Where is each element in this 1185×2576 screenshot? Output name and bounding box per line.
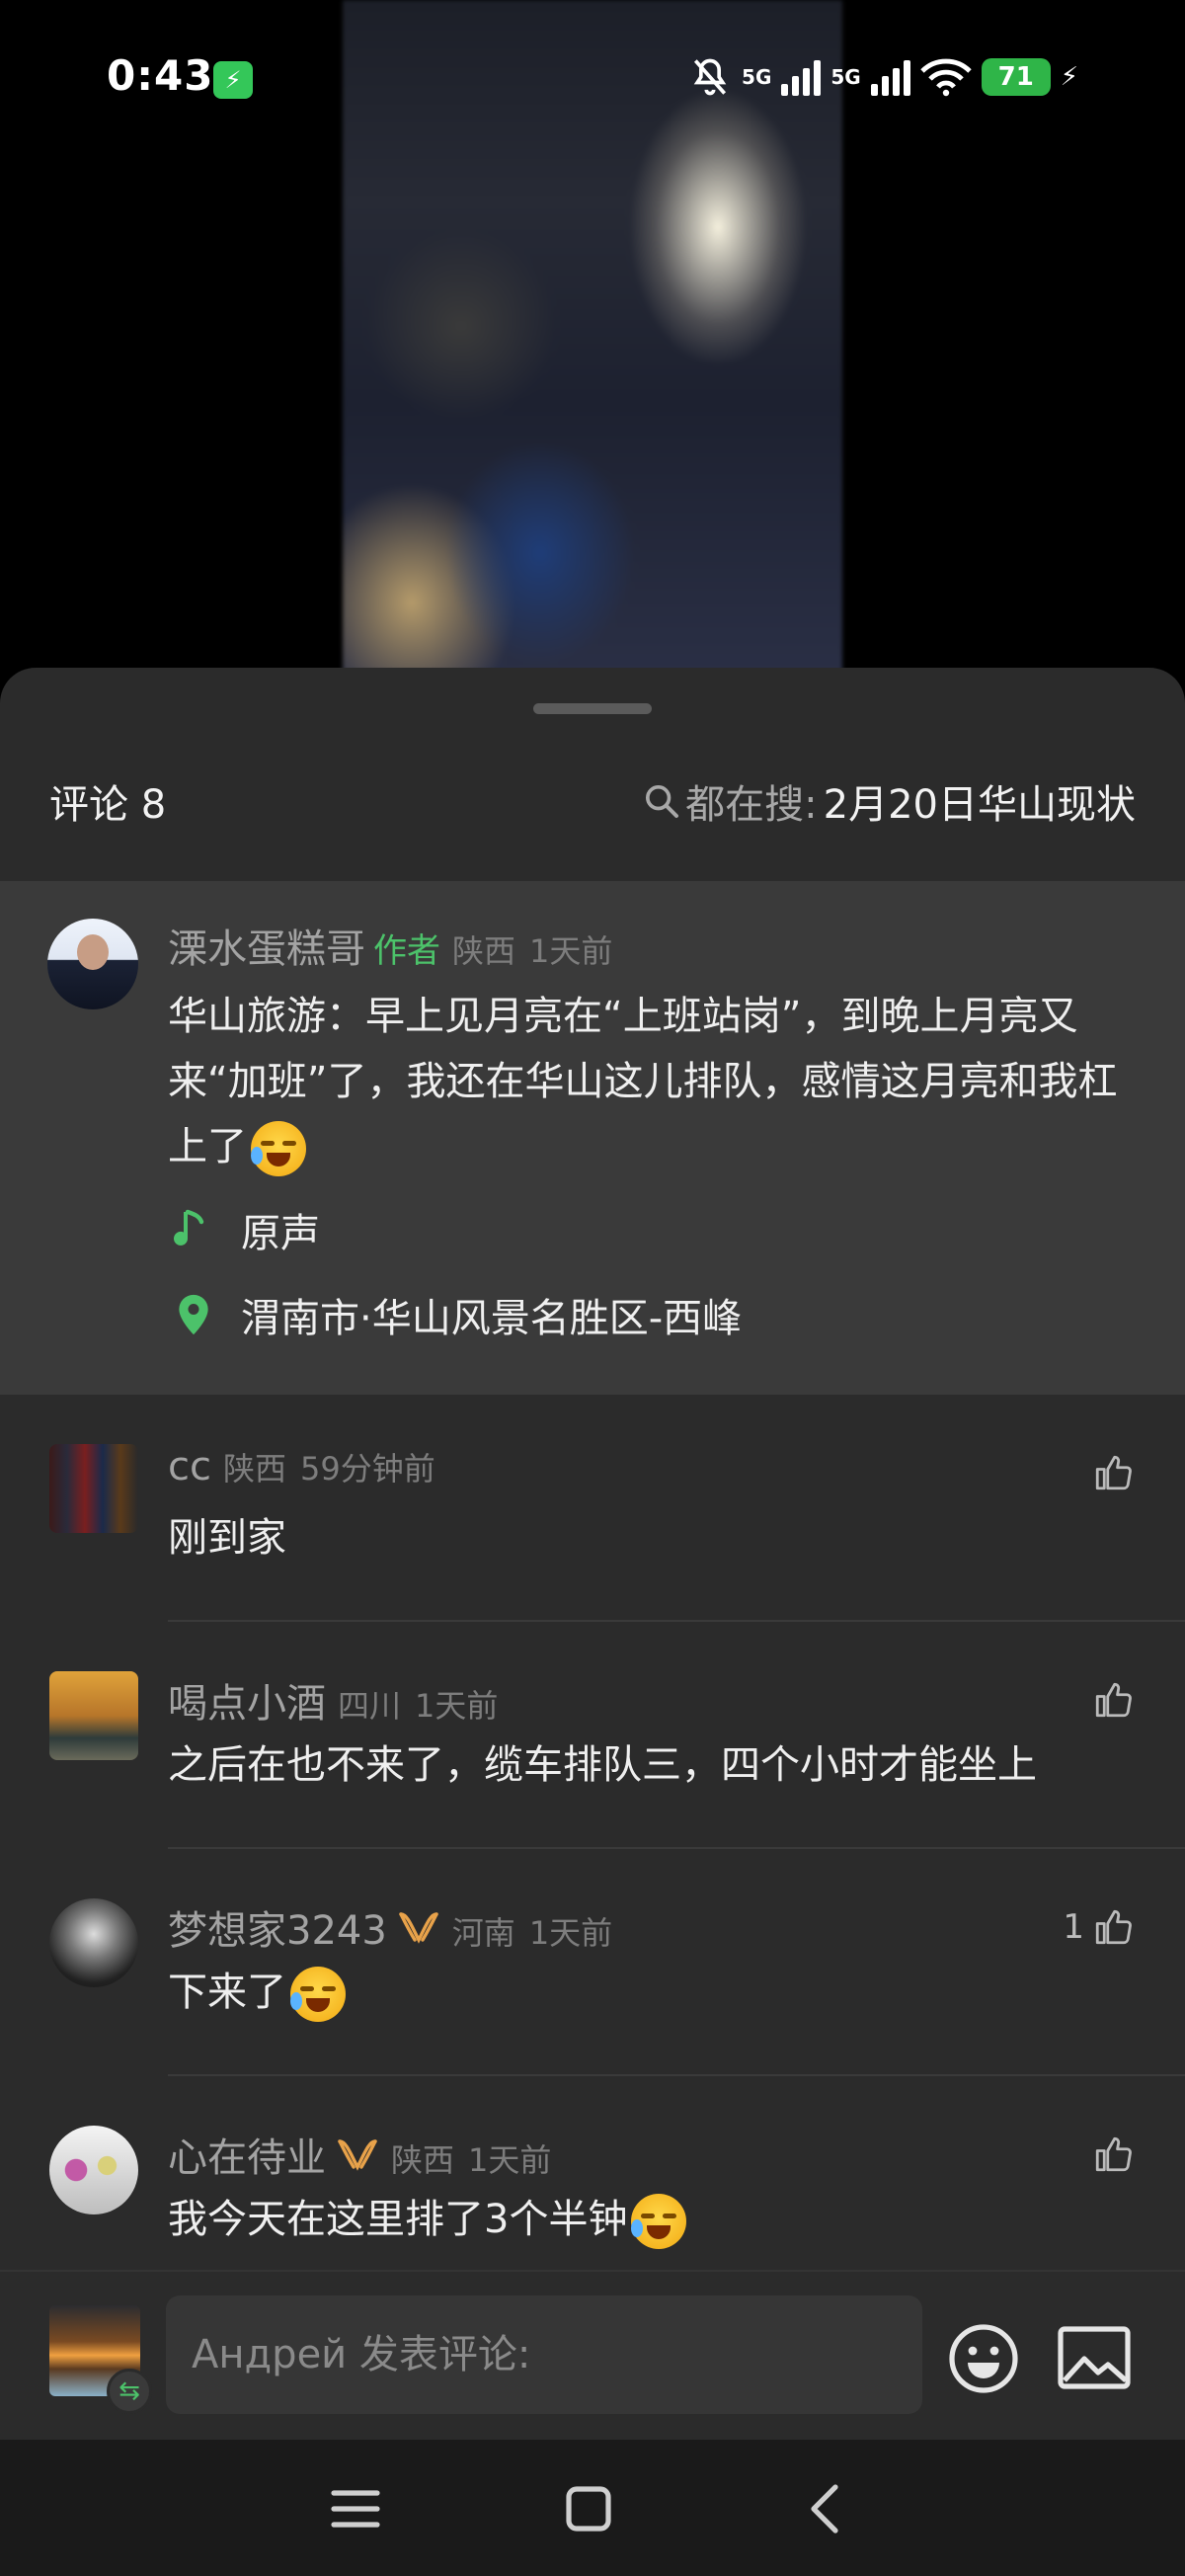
back-icon[interactable] [796,2479,855,2538]
author-avatar[interactable] [47,919,138,1009]
like-count: 1 [1063,1907,1084,1947]
vip-badge-icon [338,2139,377,2171]
sheet-drag-handle[interactable] [533,703,652,714]
wifi-icon [920,58,972,97]
commenter-nickname[interactable]: 梦想家3243 [168,1898,387,1956]
comment-time: 1天前 [528,1914,613,1952]
comment-text: 刚到家 [168,1515,286,1561]
like-button[interactable]: 1 [1063,1906,1134,1948]
comments-sheet: 评论 8 都在搜: 2月20日华山现状 溧水蛋糕哥 作者 陕西 1天前 华山旅游… [0,668,1185,2440]
location-label: 渭南市·华山风景名胜区-西峰 [241,1296,743,1341]
music-label: 原声 [241,1211,320,1256]
location-pin-icon [179,1294,208,1335]
commenter-avatar[interactable] [49,1444,138,1533]
author-region: 陕西 [452,932,516,970]
home-icon[interactable] [559,2479,618,2538]
comment-text-body: 我今天在这里排了3个半钟 [168,2197,628,2242]
music-link[interactable]: 原声 [174,1201,320,1258]
thumbs-up-icon [1095,1909,1132,1945]
search-icon [646,785,679,818]
commenter-region: 陕西 [222,1450,286,1488]
author-meta: 溧水蛋糕哥 作者 陕西 1天前 [168,917,612,974]
emoji-picker-icon[interactable] [948,2323,1019,2394]
comment-input-bar: ⇆ [0,2270,1185,2440]
comment-meta: cc 陕西 59分钟前 [168,1444,435,1489]
comment-meta: 喝点小酒 四川 1天前 [168,1671,498,1729]
comment-meta: 心在待业 陕西 1天前 [168,2126,551,2183]
trending-search-link[interactable]: 都在搜: 2月20日华山现状 [642,772,1136,830]
signal-5g-label-2: 5G [830,65,861,89]
commenter-nickname[interactable]: 喝点小酒 [168,1671,326,1729]
author-post-text: 华山旅游：早上见月亮在“上班站岗”，到晚上月亮又来“加班”了，我还在华山这儿排队… [168,984,1146,1179]
comment-time: 1天前 [468,2141,552,2179]
switch-account-icon[interactable]: ⇆ [107,2369,152,2414]
location-link[interactable]: 渭南市·华山风景名胜区-西峰 [174,1286,742,1343]
comments-header: 评论 8 都在搜: 2月20日华山现状 [0,766,1185,844]
comment-text: 下来了 [168,1960,346,2022]
thumbs-up-icon [1095,1682,1132,1718]
commenter-nickname[interactable]: 心在待业 [168,2126,326,2183]
crying-laughing-emoji-icon [251,1121,306,1176]
battery-charging-icon: ⚡ [1060,62,1078,92]
author-nickname[interactable]: 溧水蛋糕哥 [168,917,365,974]
comment-text: 之后在也不来了，缆车排队三，四个小时才能坐上 [168,1742,1037,1788]
comment-text-body: 下来了 [168,1970,286,2015]
like-button[interactable] [1084,1679,1134,1721]
screen: 0:43 ⚡ 5G 5G 71 ⚡ 评论 8 都在搜: 2月20日华山现状 溧水… [0,0,1185,2576]
mute-bell-icon [693,58,727,96]
music-note-icon [174,1209,204,1246]
comment-time: 1天前 [415,1687,499,1725]
commenter-region: 四川 [338,1687,402,1725]
comment-meta: 梦想家3243 河南 1天前 [168,1898,612,1956]
commenter-region: 河南 [451,1914,515,1952]
like-button[interactable] [1084,1452,1134,1493]
signal-bars-icon [781,58,822,96]
battery-level: 71 [981,58,1051,96]
crying-laughing-emoji-icon [290,1967,346,2022]
menu-icon[interactable] [326,2479,385,2538]
author-post-body: 华山旅游：早上见月亮在“上班站岗”，到晚上月亮又来“加班”了，我还在华山这儿排队… [168,994,1118,1169]
crying-laughing-emoji-icon [631,2194,687,2249]
comment-item[interactable]: cc 陕西 59分钟前 刚到家 [0,1395,1185,1622]
author-post[interactable]: 溧水蛋糕哥 作者 陕西 1天前 华山旅游：早上见月亮在“上班站岗”，到晚上月亮又… [0,881,1185,1395]
vip-badge-icon [399,1912,438,1944]
status-icons: 5G 5G 71 ⚡ [688,55,1078,99]
comment-text: 我今天在这里排了3个半钟 [168,2187,687,2249]
signal-5g-label: 5G [742,65,772,89]
search-term: 2月20日华山现状 [823,782,1136,828]
comment-time: 59分钟前 [300,1450,435,1488]
thumbs-up-icon [1095,2136,1132,2172]
like-button[interactable] [1084,2133,1134,2175]
comment-count-title: 评论 8 [49,782,167,828]
commenter-avatar[interactable] [49,2126,138,2214]
commenter-avatar[interactable] [49,1898,138,1987]
system-nav-bar [0,2440,1185,2576]
commenter-nickname[interactable]: cc [168,1444,211,1489]
search-lead-label: 都在搜: [685,782,818,828]
comment-input[interactable] [166,2295,922,2414]
signal-bars-icon-2 [870,58,910,96]
commenter-region: 陕西 [391,2141,455,2179]
status-bar: 0:43 ⚡ 5G 5G 71 ⚡ [0,0,1185,158]
comment-item[interactable]: 喝点小酒 四川 1天前 之后在也不来了，缆车排队三，四个小时才能坐上 [0,1622,1185,1849]
charging-icon: ⚡ [213,61,253,99]
status-time: 0:43 [107,51,214,100]
author-time: 1天前 [529,932,613,970]
thumbs-up-icon [1095,1455,1132,1490]
comment-item[interactable]: 梦想家3243 河南 1天前 下来了 1 [0,1849,1185,2076]
author-tag: 作者 [373,931,440,971]
image-picker-icon[interactable] [1057,2325,1132,2390]
commenter-avatar[interactable] [49,1671,138,1760]
